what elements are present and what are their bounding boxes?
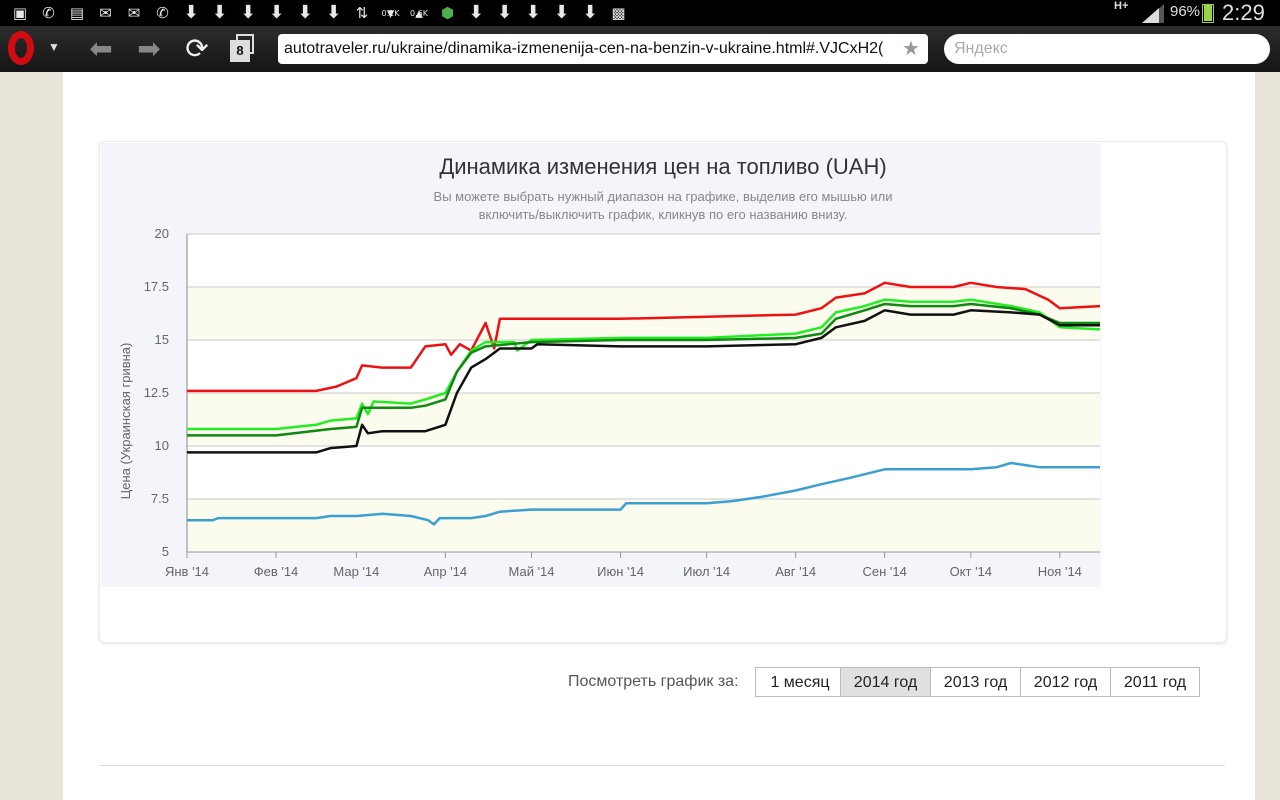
missed-call-icon: ✆ — [156, 4, 169, 22]
x-tick-label: Июл '14 — [683, 564, 730, 579]
x-tick-label: Янв '14 — [165, 564, 209, 579]
x-tick-label: Апр '14 — [424, 564, 468, 579]
period-2014-button[interactable]: 2014 год — [840, 667, 931, 697]
x-tick-label: Окт '14 — [950, 564, 992, 579]
period-label: Посмотреть график за: — [568, 673, 739, 690]
network-type: H+ — [1114, 0, 1129, 12]
period-1-month-button[interactable]: 1 месяц — [755, 667, 845, 697]
x-tick-label: Сен '14 — [862, 564, 906, 579]
y-tick-label: 12.5 — [144, 385, 169, 400]
period-2013-button[interactable]: 2013 год — [930, 667, 1021, 697]
x-tick-label: Ноя '14 — [1038, 564, 1082, 579]
sync-icon: ⇅ — [355, 4, 369, 22]
mail-at-icon: ✉ — [127, 4, 141, 22]
browser-toolbar: ▼ ⬅ ➡ ⟳ 8 autotraveler.ru/ukraine/dinami… — [0, 26, 1280, 72]
back-arrow-icon[interactable]: ⬅ — [84, 32, 118, 66]
y-tick-label: 10 — [155, 438, 169, 453]
caret-down-icon: ▼ — [48, 40, 60, 54]
x-tick-label: Май '14 — [509, 564, 555, 579]
download-icon: ⬇ — [582, 2, 598, 23]
photo-stack-icon: ▩ — [611, 4, 626, 22]
clock: 2:29 — [1222, 0, 1265, 25]
y-tick-label: 7.5 — [151, 491, 169, 506]
sim-icon: ▤ — [69, 4, 85, 22]
opera-logo-icon — [8, 31, 34, 65]
x-tick-label: Мар '14 — [333, 564, 379, 579]
chart-card: Динамика изменения цен на топливо (UAH) … — [99, 141, 1227, 643]
y-tick-label: 20 — [155, 226, 169, 241]
chart-title: Динамика изменения цен на топливо (UAH) — [439, 154, 886, 179]
download-icon: ⬇ — [297, 2, 313, 23]
download-icon: ⬇ — [211, 2, 228, 23]
period-2012-button[interactable]: 2012 год — [1020, 667, 1111, 697]
chart-subtitle-line-2: включить/выключить график, кликнув по ег… — [479, 207, 848, 222]
period-2011-button[interactable]: 2011 год — [1110, 667, 1200, 697]
download-icon: ⬇ — [325, 2, 342, 23]
y-tick-label: 15 — [155, 332, 169, 347]
tabs-button[interactable]: 8 — [230, 34, 256, 62]
forward-arrow-icon[interactable]: ➡ — [132, 32, 166, 66]
address-bar[interactable]: autotraveler.ru/ukraine/dinamika-izmenen… — [278, 34, 928, 64]
plot-band — [187, 499, 1100, 552]
x-tick-label: Фев '14 — [254, 564, 299, 579]
download-icon: ⬇ — [525, 2, 541, 23]
page-content: Динамика изменения цен на топливо (UAH) … — [63, 72, 1255, 800]
x-tick-label: Авг '14 — [775, 564, 816, 579]
download-icon: ⬇ — [496, 2, 513, 23]
battery-icon — [1202, 4, 1214, 23]
image-icon: ▣ — [12, 4, 28, 22]
download-icon: ⬇ — [240, 2, 256, 23]
signal-strength-icon — [1142, 4, 1164, 23]
download-icon: ⬇ — [183, 2, 199, 23]
voicemail-icon: ✆ — [42, 4, 55, 22]
android-icon: ⬢ — [440, 4, 455, 22]
y-axis-label: Цена (Украинская гривна) — [118, 343, 133, 500]
x-tick-label: Июн '14 — [597, 564, 644, 579]
plot-area: 5 7.5 10 12.5 15 17.5 20 Янв '14 Фев '14 Мар '14 А… — [144, 226, 1101, 579]
battery-level-fill — [1204, 4, 1212, 21]
y-tick-label: 5 — [162, 544, 169, 559]
reload-icon[interactable]: ⟳ — [180, 32, 214, 66]
divider — [99, 765, 1225, 766]
url-text[interactable]: autotraveler.ru/ukraine/dinamika-izmenen… — [284, 40, 896, 58]
battery-percent: 96% — [1170, 3, 1201, 20]
search-input[interactable] — [954, 39, 1254, 59]
fuel-price-chart[interactable]: Динамика изменения цен на топливо (UAH) … — [101, 143, 1101, 587]
search-bar[interactable] — [944, 34, 1270, 64]
download-icon: ⬇ — [553, 2, 570, 23]
download-icon: ⬇ — [268, 2, 285, 23]
mail-at-icon: ✉ — [99, 4, 112, 22]
star-icon[interactable]: ★ — [902, 36, 920, 61]
download-icon: ⬇ — [468, 2, 484, 23]
tabs-count: 8 — [230, 40, 250, 62]
chart-subtitle-line-1: Вы можете выбрать нужный диапазон на гра… — [434, 189, 893, 204]
plot-band — [187, 393, 1100, 446]
y-tick-label: 17.5 — [144, 279, 169, 294]
status-bar: ▣ ✆ ▤ ✉ ✉ ✆ ⬇ ⬇ ⬇ ⬇ ⬇ ⬇ ⇅ ▾ 0.1K ▴ 0.6K ⬢ ⬇ ⬇ ⬇ ⬇ ⬇ ▩ H+ 96% 2:… — [0, 0, 1280, 26]
opera-menu-button[interactable]: ▼ — [0, 26, 70, 72]
